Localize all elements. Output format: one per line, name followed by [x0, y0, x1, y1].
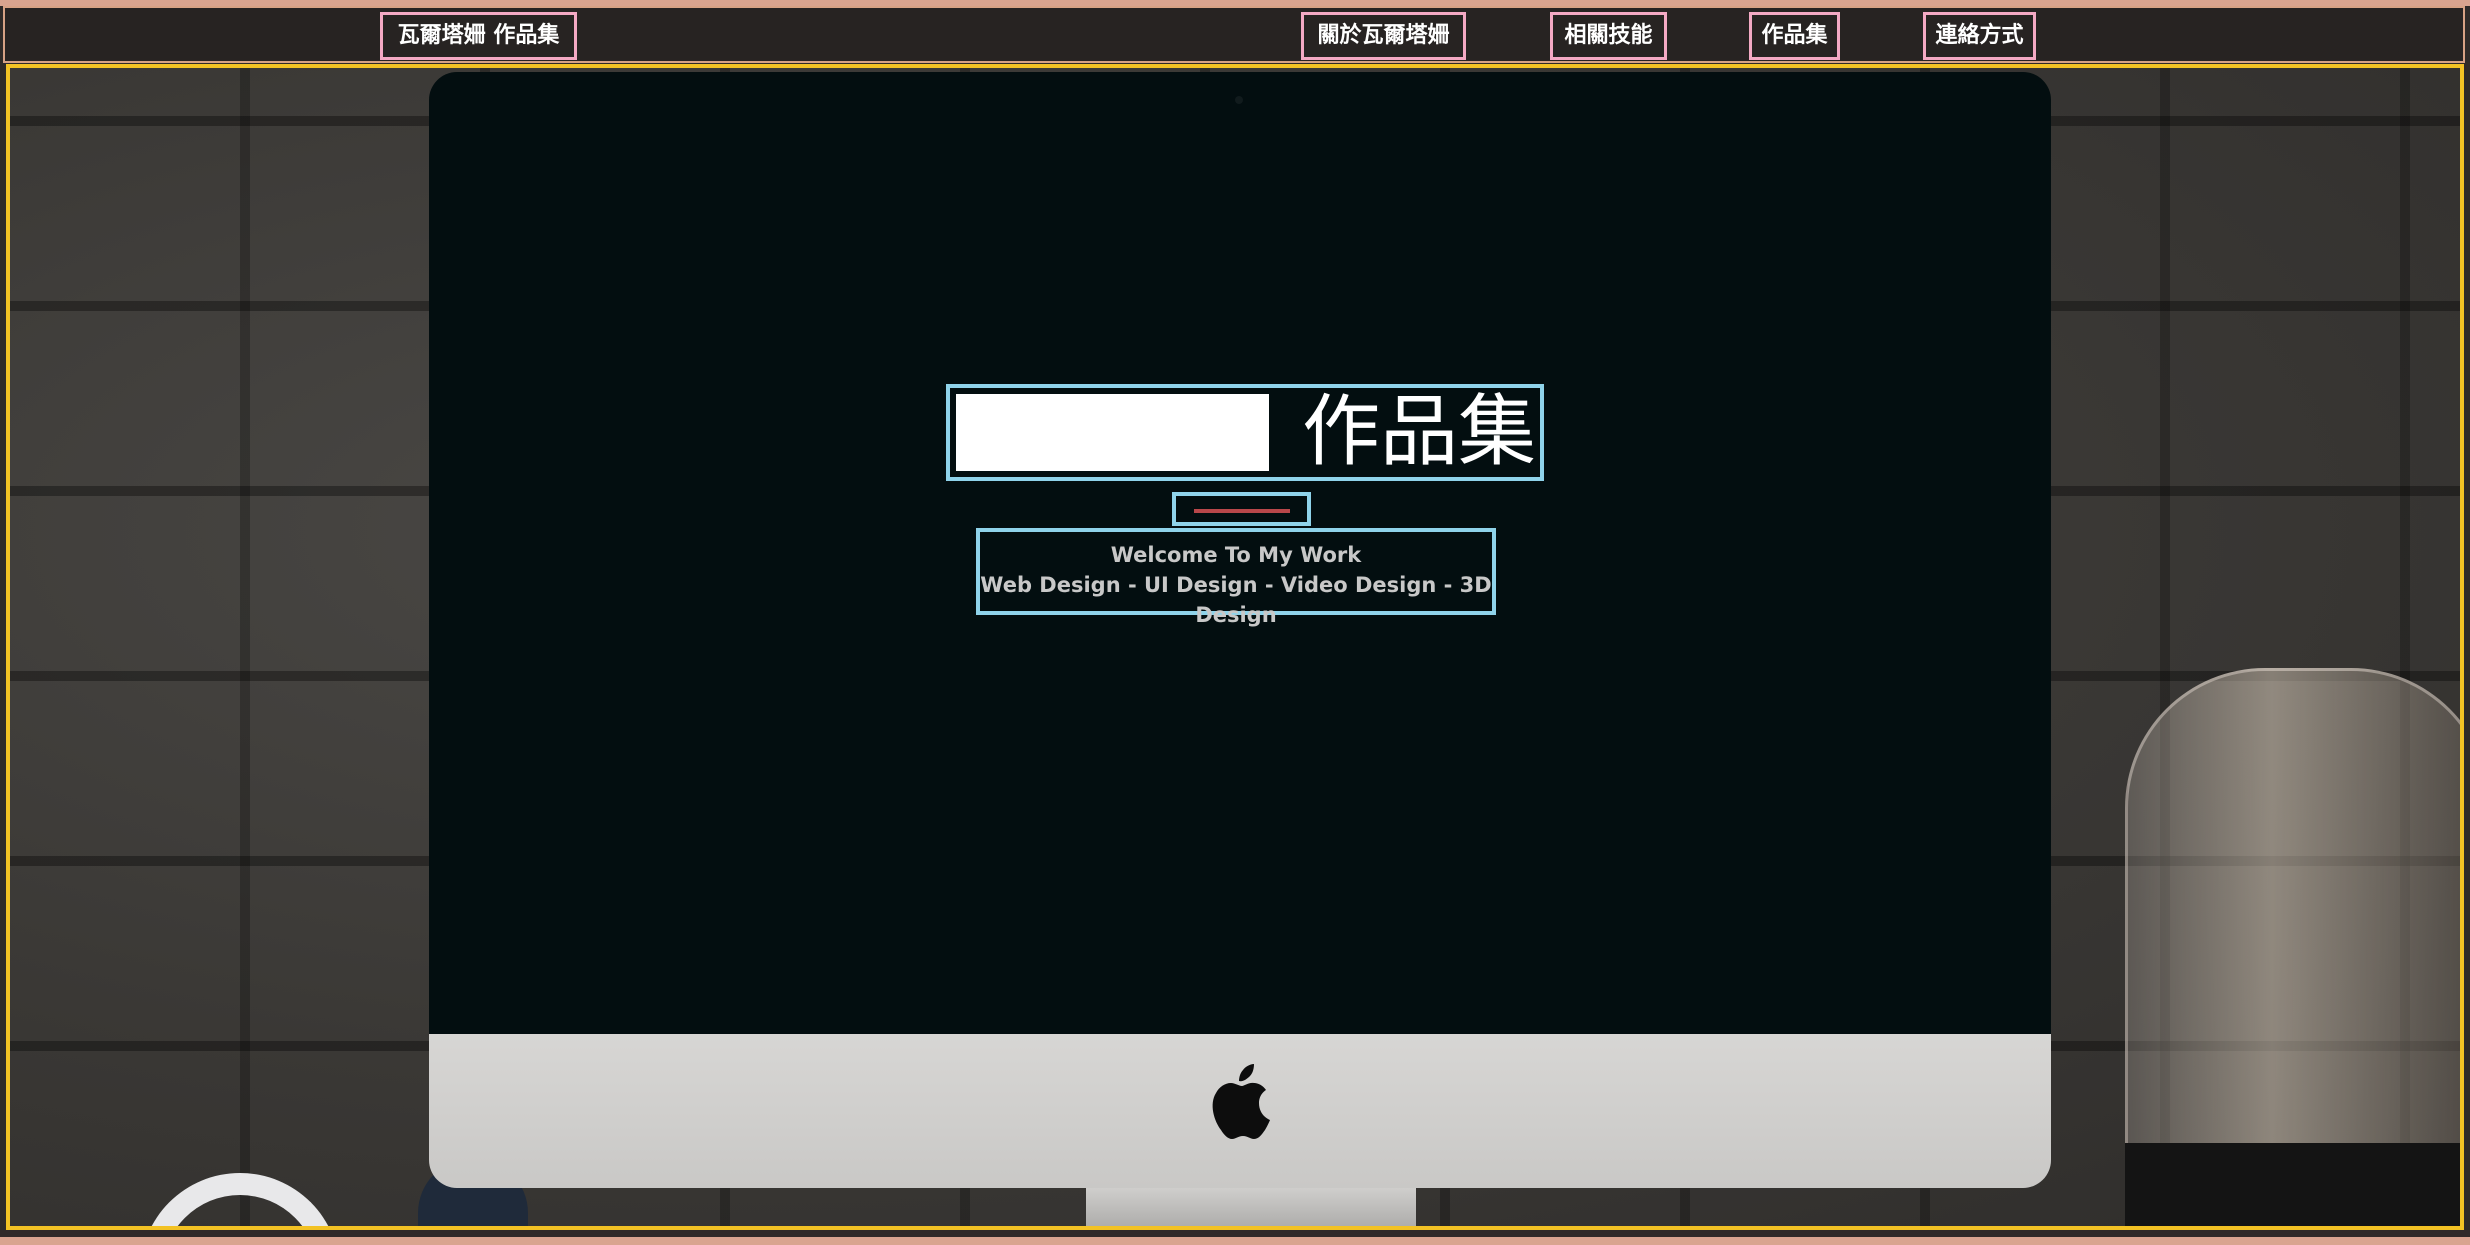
hero-section: 作品集 Welcome To My Work Web Design - UI D…: [6, 64, 2464, 1230]
redacted-name-block: [956, 394, 1269, 471]
hero-welcome-text: Welcome To My Work: [1110, 543, 1362, 567]
monitor-chin: [429, 1034, 2051, 1188]
nav-item-contact[interactable]: 連絡方式: [1923, 12, 2036, 60]
hero-divider-box: [1172, 492, 1311, 526]
hero-divider: [1194, 509, 1290, 513]
top-navbar: 瓦爾塔姍 作品集 關於瓦爾塔姍 相關技能 作品集 連絡方式: [3, 6, 2465, 63]
speaker-base: [2125, 1143, 2460, 1226]
imac-monitor: [429, 72, 2051, 1188]
nav-item-skills[interactable]: 相關技能: [1550, 12, 1667, 60]
monitor-stand: [1086, 1188, 1416, 1226]
nav-brand-link[interactable]: 瓦爾塔姍 作品集: [380, 12, 577, 60]
nav-item-about[interactable]: 關於瓦爾塔姍: [1301, 12, 1466, 60]
nav-item-portfolio[interactable]: 作品集: [1749, 12, 1840, 60]
bottom-accent-line: [0, 1237, 2470, 1245]
hero-tagline-text: Web Design - UI Design - Video Design - …: [980, 573, 1492, 627]
camera-icon: [1235, 96, 1243, 104]
headphones-white: [140, 1173, 340, 1226]
apple-logo-icon: [1212, 1064, 1270, 1139]
hero-title: 作品集: [1302, 387, 1537, 477]
hero-title-box: 作品集: [946, 384, 1544, 481]
hero-subtitle-box: Welcome To My Work Web Design - UI Desig…: [976, 528, 1496, 627]
